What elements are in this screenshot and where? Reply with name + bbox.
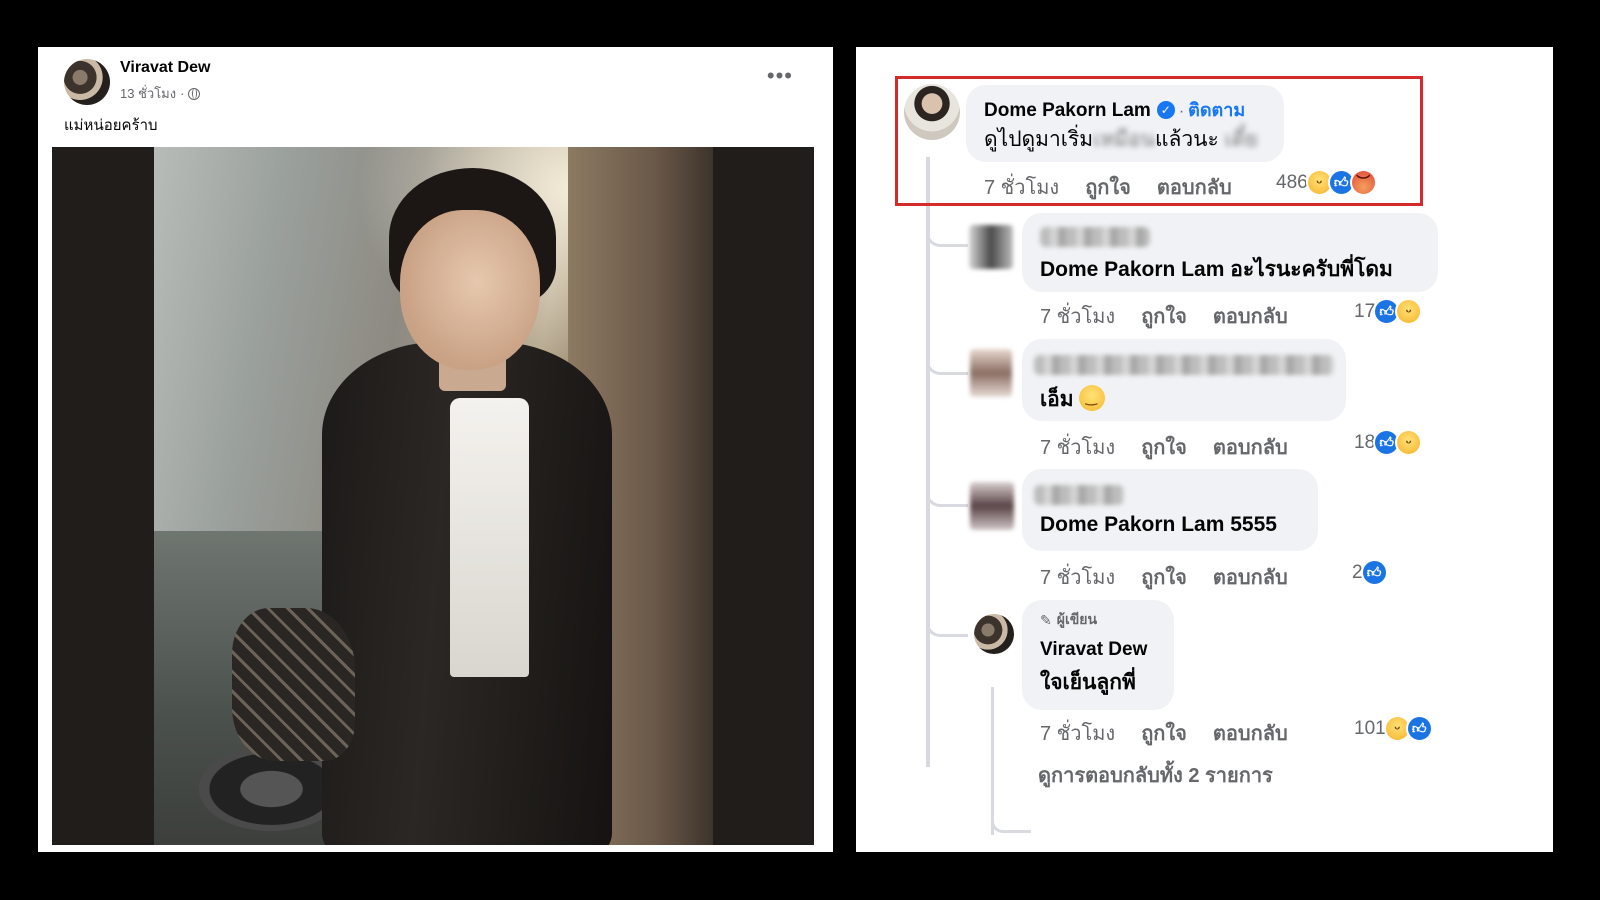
- comment-actions: 7 ชั่วโมง ถูกใจ ตอบกลับ: [1040, 717, 1288, 749]
- photo-image: [154, 147, 713, 845]
- commenter-avatar-blurred[interactable]: [970, 349, 1012, 397]
- facebook-post: Viravat Dew 13 ชั่วโมง · ••• แม่หน่อยคร้…: [38, 47, 833, 852]
- thread-line-nested: [991, 687, 994, 835]
- comment-text: Dome Pakorn Lam 5555: [1040, 513, 1277, 536]
- author-badge-label: ผู้เขียน: [1056, 611, 1098, 627]
- comment-text: ดูไปดูมาเริ่มเหมือนแล้วนะ เดี๋ย: [984, 123, 1258, 156]
- like-button[interactable]: ถูกใจ: [1141, 717, 1187, 749]
- reaction-count: 18: [1354, 431, 1376, 453]
- reaction-count: 17: [1354, 300, 1376, 322]
- comment-text-blurred: เหมือน: [1093, 128, 1155, 151]
- comment-text: ใจเย็นลูกพี่: [1040, 671, 1136, 694]
- comment-time[interactable]: 7 ชั่วโมง: [1040, 300, 1115, 332]
- like-button[interactable]: ถูกใจ: [1085, 171, 1131, 203]
- photo-bag: [232, 607, 356, 762]
- post-meta: 13 ชั่วโมง ·: [120, 83, 201, 104]
- reply-button[interactable]: ตอบกลับ: [1213, 300, 1288, 332]
- view-all-replies-link[interactable]: ดูการตอบกลับทั้ง 2 รายการ: [1038, 759, 1273, 791]
- reaction-summary[interactable]: 486 ᵕ 👍︎ ︶: [1276, 169, 1377, 196]
- comment-time[interactable]: 7 ชั่วโมง: [1040, 431, 1115, 463]
- smiling-face-emoji-icon: [1079, 385, 1106, 411]
- haha-reaction-icon: ᵕ: [1395, 298, 1423, 325]
- like-reaction-icon: 👍︎: [1360, 559, 1388, 586]
- comment-text: Dome Pakorn Lam อะไรนะครับพี่โดม: [1040, 258, 1393, 281]
- like-button[interactable]: ถูกใจ: [1141, 300, 1187, 332]
- post-caption: แม่หน่อยคร้าบ: [64, 117, 158, 134]
- comment-author-line: Dome Pakorn Lam ✓ · ติดตาม: [984, 95, 1245, 124]
- reply-button[interactable]: ตอบกลับ: [1213, 717, 1288, 749]
- thread-branch: [926, 613, 968, 637]
- like-reaction-icon: 👍︎: [1405, 715, 1433, 742]
- thread-branch: [926, 351, 968, 375]
- reply-button[interactable]: ตอบกลับ: [1213, 561, 1288, 593]
- comment-actions: 7 ชั่วโมง ถูกใจ ตอบกลับ: [1040, 431, 1288, 463]
- thread-line: [926, 157, 930, 767]
- thread-branch: [926, 483, 968, 507]
- comment-text: เอ็ม: [1040, 388, 1074, 411]
- comment-author-name[interactable]: Dome Pakorn Lam: [984, 100, 1151, 121]
- reaction-summary[interactable]: 2 👍︎: [1352, 559, 1388, 586]
- post-author-name[interactable]: Viravat Dew: [120, 59, 210, 77]
- blurred-name: [1034, 485, 1124, 505]
- globe-icon: [188, 87, 201, 100]
- post-author-avatar[interactable]: [64, 59, 110, 105]
- comment-text-start: ดูไปดูมาเริ่ม: [984, 128, 1094, 151]
- haha-reaction-icon: ᵕ: [1395, 429, 1423, 456]
- photo-face: [399, 209, 540, 371]
- post-time[interactable]: 13 ชั่วโมง: [120, 83, 176, 104]
- reply-button[interactable]: ตอบกลับ: [1213, 431, 1288, 463]
- reaction-summary[interactable]: 17 👍︎ ᵕ: [1354, 298, 1423, 325]
- comment-actions: 7 ชั่วโมง ถูกใจ ตอบกลับ: [984, 171, 1232, 203]
- commenter-avatar-blurred[interactable]: [969, 225, 1013, 269]
- comment-text-blurred-end: เดี๋ย: [1224, 128, 1258, 151]
- photo-shirt: [450, 398, 529, 678]
- angry-reaction-icon: ︶: [1349, 169, 1377, 196]
- comment-bubble: [1022, 469, 1318, 551]
- reaction-count: 486: [1276, 171, 1308, 193]
- comment-time[interactable]: 7 ชั่วโมง: [1040, 561, 1115, 593]
- blurred-name: [1034, 355, 1334, 375]
- follow-separator: ·: [1178, 103, 1185, 120]
- comment-time[interactable]: 7 ชั่วโมง: [1040, 717, 1115, 749]
- comments-panel: Dome Pakorn Lam ✓ · ติดตาม ดูไปดูมาเริ่มเหม…: [856, 47, 1553, 852]
- reply-button[interactable]: ตอบกลับ: [1157, 171, 1232, 203]
- comment-author-name[interactable]: Viravat Dew: [1040, 639, 1147, 661]
- thread-branch: [926, 223, 968, 247]
- blurred-name: [1040, 227, 1150, 247]
- author-avatar[interactable]: [974, 614, 1014, 654]
- more-options-button[interactable]: •••: [767, 65, 793, 87]
- comment-actions: 7 ชั่วโมง ถูกใจ ตอบกลับ: [1040, 561, 1288, 593]
- meta-separator: ·: [180, 86, 185, 101]
- like-button[interactable]: ถูกใจ: [1141, 561, 1187, 593]
- comment-actions: 7 ชั่วโมง ถูกใจ ตอบกลับ: [1040, 300, 1288, 332]
- thread-branch-nested: [991, 817, 1031, 833]
- like-button[interactable]: ถูกใจ: [1141, 431, 1187, 463]
- reaction-summary[interactable]: 101 ᵕ 👍︎: [1354, 715, 1433, 742]
- comment-time[interactable]: 7 ชั่วโมง: [984, 171, 1059, 203]
- follow-button[interactable]: ติดตาม: [1188, 100, 1245, 120]
- commenter-avatar[interactable]: [904, 84, 960, 140]
- reaction-count: 101: [1354, 717, 1386, 739]
- verified-badge-icon: ✓: [1156, 101, 1175, 119]
- reaction-summary[interactable]: 18 👍︎ ᵕ: [1354, 429, 1423, 456]
- comment-text-mid: แล้วนะ: [1154, 128, 1219, 151]
- pencil-icon: ✎: [1040, 611, 1052, 628]
- comment-text-line: เอ็ม: [1040, 383, 1106, 416]
- post-photo[interactable]: [52, 147, 814, 845]
- commenter-avatar-blurred[interactable]: [970, 482, 1014, 530]
- author-badge: ✎ ผู้เขียน: [1040, 609, 1097, 631]
